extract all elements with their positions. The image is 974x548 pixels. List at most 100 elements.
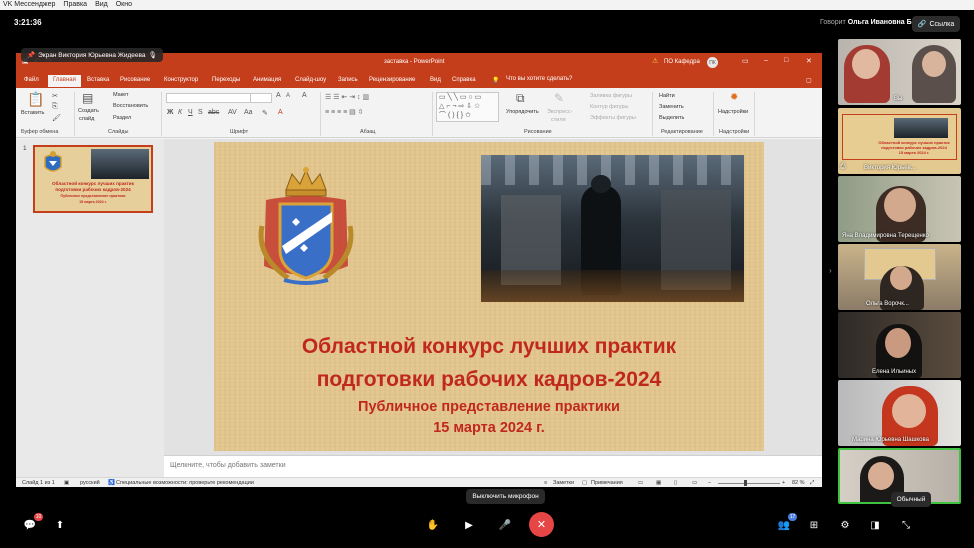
quick-styles-icon: ✎ [554, 91, 565, 105]
grid-icon: ⊞ [809, 519, 819, 531]
group-editing: Редактирование [661, 129, 703, 135]
thumb-factory-photo [91, 149, 149, 179]
slide-thumbnail-pane: 1 Областной конкурс лучших практик подго… [16, 139, 164, 477]
comments-icon: ▢ [806, 78, 812, 84]
zoom-slider [718, 483, 780, 484]
slide-editor: Областной конкурс лучших практик подгото… [164, 139, 822, 455]
chevron-right-icon[interactable]: › [829, 266, 832, 275]
zoom-thumb [744, 480, 747, 486]
shape-outline-label: Контур фигуры [590, 104, 629, 110]
camera-button[interactable]: ▶ [461, 517, 477, 533]
new-slide-icon: ▤ [82, 91, 94, 105]
shape-effects-label: Эффекты фигуры [590, 115, 636, 121]
select-label: Выделить [659, 115, 685, 121]
thumb-line-4: 15 марта 2024 г. [79, 200, 107, 204]
addins-icon: ✹ [730, 92, 739, 103]
participant-tile[interactable]: Марина Юрьевна Шашкова [838, 380, 961, 446]
comments-status-icon: ▢ [582, 480, 588, 486]
normal-view-icon: ▭ [638, 480, 644, 486]
grid-view-button[interactable]: ⊞ [806, 517, 822, 533]
link-icon: 🔗 [917, 21, 927, 28]
tile-slide-text: Областной конкурс лучших практик подгото… [878, 140, 950, 155]
shared-screen: ▣ ↶ ↷ заставка - PowerPoint ⚠ ПО Кафедра… [16, 53, 822, 487]
paste-label: Вставить [21, 110, 45, 116]
arrange-icon: ⧉ [516, 91, 525, 105]
italic-icon: К [178, 109, 183, 116]
fullscreen-button[interactable]: ⤡ [898, 517, 914, 533]
speaker-name: Ольга Ивановна Б. [847, 19, 914, 26]
participants-button[interactable]: 👥 17 [776, 513, 797, 533]
participant-tile[interactable]: Вы [838, 39, 961, 105]
zoom-out-icon: – [708, 480, 712, 486]
font-color-icon: A [278, 109, 283, 116]
participant-name: Марина Юрьевна Шашкова [852, 437, 929, 443]
pin-icon: 📌 [27, 52, 36, 59]
align-icons: ≡ ≡ ≡ ≡ ▤ ⇳ [325, 109, 364, 116]
case-icon: Aa [244, 109, 253, 116]
paste-icon: 📋 [27, 91, 45, 107]
participant-tile[interactable]: Ольга Ворочк... [838, 244, 961, 310]
slideshow-view-icon: ▭ [692, 480, 698, 486]
participant-tile[interactable]: Областной конкурс лучших практик подгото… [838, 108, 961, 174]
slide-subtitle-line-1: Публичное представление практики [358, 399, 620, 415]
accessibility-status: Специальные возможности: проверьте реком… [116, 480, 254, 486]
group-font: Шрифт [230, 129, 249, 135]
spacing-icon: AV [228, 109, 237, 116]
new-slide-label-1: Создать [78, 108, 99, 114]
menu-view[interactable]: Вид [95, 0, 108, 10]
comments-toggle: Примечания [591, 480, 623, 486]
new-slide-label-2: слайд [79, 116, 95, 122]
participant-tile[interactable]: Яна Владимировна Терещенко [838, 176, 961, 242]
end-call-button[interactable]: ✕ [529, 512, 554, 537]
notes-toggle: Заметки [553, 480, 575, 486]
bold-icon: Ж [167, 109, 174, 116]
lightbulb-icon: 💡 [492, 78, 500, 84]
ribbon-separator [652, 92, 653, 136]
menu-window[interactable]: Окно [116, 0, 132, 10]
call-timer: 3:21:36 [14, 18, 42, 27]
hand-icon: ✋ [426, 519, 440, 531]
factory-photo [481, 155, 744, 302]
menu-edit[interactable]: Правка [63, 0, 87, 10]
chat-button[interactable]: 💬 10 [22, 513, 43, 533]
zoom-in-icon: + [782, 480, 786, 486]
picture-in-picture-button[interactable]: ◨ [867, 517, 883, 533]
close-icon: ✕ [536, 519, 547, 531]
share-screen-button[interactable]: ⬆ [52, 517, 68, 533]
minimize-icon: – [764, 57, 768, 64]
highlight-icon: ✎ [262, 110, 268, 117]
fit-slide-icon: ⤢ [810, 480, 815, 486]
screen-share-label: 📌 Экран Виктория Юрьевна Жидеева 🎙 [21, 48, 163, 62]
raise-hand-button[interactable]: ✋ [425, 517, 441, 533]
group-addins: Надстройки [719, 129, 750, 135]
quick-styles-label-1: Экспресс- [547, 109, 573, 115]
copy-link-button[interactable]: 🔗 Ссылка [912, 16, 960, 32]
ribbon-separator [74, 92, 75, 136]
mic-tooltip: Выключить микрофон [466, 489, 545, 504]
camera-icon: ▶ [465, 519, 473, 531]
participant-name: Елена Ильиных [872, 369, 917, 375]
participant-name: Ольга Ворочк... [866, 301, 909, 307]
current-slide: Областной конкурс лучших практик подгото… [214, 142, 764, 451]
settings-button[interactable]: ⚙ [837, 517, 853, 533]
microphone-button[interactable]: 🎤 [497, 517, 513, 533]
participant-name: Вы [894, 96, 903, 102]
reading-view-icon: ▯ [674, 480, 678, 486]
shadow-icon: S [198, 109, 203, 116]
tab-animations: Анимация [253, 77, 282, 83]
font-size-box [250, 93, 272, 103]
bullets-icon: ☰ ☰ ⇤ ⇥ ↕ ▥ [325, 94, 370, 101]
participant-tile[interactable]: Елена Ильиных [838, 312, 961, 378]
clear-format-icon: A [302, 92, 307, 99]
menu-app[interactable]: VK Мессенджер [3, 0, 55, 10]
participant-name: Яна Владимировна Терещенко [842, 233, 929, 239]
layout-label: Макет [113, 92, 129, 98]
format-painter-icon: 🖌 [52, 115, 61, 122]
ppt-ribbon: 📋 Вставить ✂ ⎘ 🖌 Буфер обмена ▤ Создать … [16, 88, 822, 138]
tab-transitions: Переходы [212, 77, 241, 83]
group-clipboard: Буфер обмена [21, 129, 59, 135]
cut-icon: ✂ [52, 93, 58, 100]
notes-pane: Щелкните, чтобы добавить заметки [164, 455, 822, 477]
shape-fill-label: Заливка фигуры [590, 93, 633, 99]
sorter-view-icon: ▦ [656, 480, 662, 486]
